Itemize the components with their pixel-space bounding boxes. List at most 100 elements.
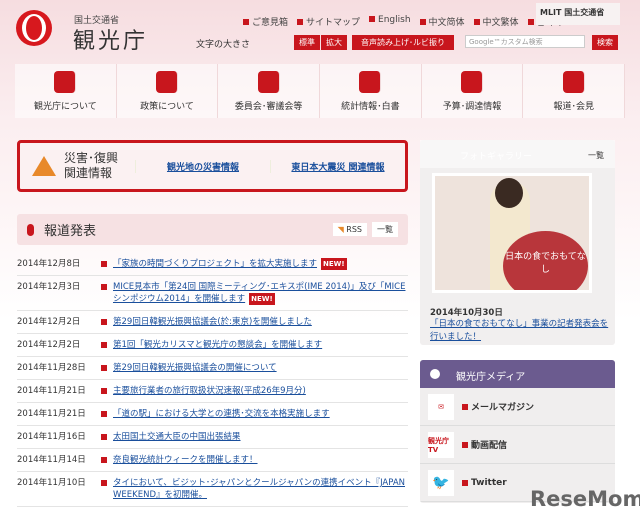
nav-label: 委員会･審議会等 [234, 102, 303, 112]
bullet-icon [462, 441, 468, 448]
gallery-link[interactable]: 「日本の食でおもてなし」事業の記者発表会を行いました！ [430, 318, 610, 344]
media-title: 観光庁メディア [420, 360, 615, 388]
press-item: 2014年11月21日 主要旅行業者の旅行取扱状況速報(平成26年9月分) [17, 380, 408, 403]
press-link[interactable]: 第1回「観光カリスマと観光庁の懇談会」を開催します [113, 339, 408, 351]
press-link[interactable]: MICE見本市「第24回 国際ミーティング･エキスポ(IME 2014)」及び「… [113, 281, 408, 305]
site-title[interactable]: 観光庁 [73, 23, 148, 55]
photo-sign: 日本の食でおもてなし [503, 231, 588, 290]
bullet-icon [101, 434, 107, 440]
press-link-text: 「道の駅」における大学との連携･交流を本格実施します [113, 409, 330, 419]
press-link-text: 第29回日韓観光振興協議会の開催について [113, 363, 277, 373]
press-link[interactable]: 「道の駅」における大学との連携･交流を本格実施します [113, 408, 408, 420]
sitemap-link[interactable]: サイトマップ [297, 15, 360, 28]
press-link[interactable]: 太田国土交通大臣の中国出張結果 [113, 431, 408, 443]
press-link[interactable]: 第29回日韓観光振興協議会の開催について [113, 362, 408, 374]
microphone-icon [27, 223, 34, 236]
gallery-photo[interactable]: 日本の食でおもてなし [432, 173, 592, 293]
press-list: 2014年12月8日 「家族の時間づくりプロジェクト」を拡大実施します NEW! 20… [17, 253, 408, 507]
font-standard-button[interactable]: 標準 [294, 35, 320, 50]
nav-label: 政策について [140, 102, 194, 112]
microphone-icon [562, 71, 585, 93]
photo-person-head [495, 178, 523, 208]
disaster-info-link[interactable]: 観光地の災害情報 [135, 159, 270, 173]
alert-title-line1: 災害･復興 [64, 151, 119, 165]
search-input[interactable]: Google™カスタム検索 [465, 35, 585, 48]
press-list-button[interactable]: 一覧 [372, 222, 398, 237]
disaster-info-box: 災害･復興 関連情報 観光地の災害情報 東日本大震災 関連情報 [17, 140, 408, 192]
bullet-icon [101, 411, 107, 417]
press-link[interactable]: タイにおいて、ビジット･ジャパンとクールジャパンの連携イベント『JAPAN WE… [113, 477, 408, 501]
press-date: 2014年12月2日 [17, 340, 81, 350]
press-date: 2014年12月8日 [17, 259, 81, 269]
press-link[interactable]: 主要旅行業者の旅行取扱状況速報(平成26年9月分) [113, 385, 408, 397]
press-item: 2014年12月3日 MICE見本市「第24回 国際ミーティング･エキスポ(IME… [17, 276, 408, 311]
tv-icon: 観光庁TV [428, 431, 454, 458]
new-badge: NEW! [321, 258, 347, 270]
speech-ruby-button[interactable]: 音声読み上げ･ルビ振り [352, 35, 454, 50]
chart-icon [359, 71, 382, 93]
chinese-simplified-link[interactable]: 中文简体 [420, 15, 465, 28]
press-link[interactable]: 奈良観光統計ウィークを開催します！ [113, 454, 408, 466]
new-badge: NEW! [249, 293, 275, 305]
pencil-icon [156, 71, 178, 93]
press-date: 2014年11月21日 [17, 409, 86, 419]
mail-magazine-link[interactable]: ✉ メールマガジン [420, 388, 615, 426]
press-release-header: 報道発表 ◥ RSS 一覧 [17, 214, 408, 245]
press-link-text: タイにおいて、ビジット･ジャパンとクールジャパンの連携イベント『JAPAN WE… [113, 478, 406, 500]
rss-button[interactable]: ◥ RSS [332, 223, 367, 236]
bullet-icon [462, 479, 468, 486]
nav-about[interactable]: 観光庁について [15, 64, 117, 118]
nav-budget[interactable]: 予算･調達情報 [422, 64, 524, 118]
search-button[interactable]: 検索 [592, 35, 618, 50]
bullet-icon [101, 284, 107, 290]
alert-title-line2: 関連情報 [64, 166, 113, 180]
press-item: 2014年11月10日 タイにおいて、ビジット･ジャパンとクールジャパンの連携イベ… [17, 472, 408, 507]
press-date: 2014年12月2日 [17, 317, 81, 327]
press-item: 2014年11月21日 「道の駅」における大学との連携･交流を本格実施します [17, 403, 408, 426]
opinion-link[interactable]: ご意見箱 [243, 15, 288, 28]
bullet-icon [101, 365, 107, 371]
press-item: 2014年12月2日 第29回日韓観光振興協議会(於:東京)を開催しました [17, 311, 408, 334]
press-link[interactable]: 第29回日韓観光振興協議会(於:東京)を開催しました [113, 316, 408, 328]
nav-policy[interactable]: 政策について [117, 64, 219, 118]
media-label: Twitter [471, 477, 507, 488]
press-date: 2014年11月16日 [17, 432, 86, 442]
press-title: 報道発表 [44, 224, 97, 239]
media-label: 動画配信 [471, 441, 508, 451]
bullet-icon [101, 261, 107, 267]
nav-committees[interactable]: 委員会･審議会等 [218, 64, 321, 118]
media-label: メールマガジン [471, 403, 535, 413]
bullet-icon [101, 480, 107, 486]
gallery-date: 2014年10月30日 [430, 308, 503, 318]
press-link[interactable]: 「家族の時間づくりプロジェクト」を拡大実施します NEW! [113, 258, 408, 270]
mlit-logo[interactable]: MLIT 国土交通省 [536, 3, 620, 25]
gallery-list-button[interactable]: 一覧 [583, 148, 609, 163]
nav-press[interactable]: 報道･会見 [523, 64, 626, 118]
rss-label: RSS [346, 225, 362, 234]
english-link[interactable]: English [369, 15, 411, 28]
bullet-icon [101, 319, 107, 325]
press-item: 2014年12月8日 「家族の時間づくりプロジェクト」を拡大実施します NEW! [17, 253, 408, 276]
japan-tourism-agency-logo[interactable] [16, 10, 52, 46]
press-date: 2014年11月10日 [17, 478, 86, 488]
press-date: 2014年11月21日 [17, 386, 86, 396]
main-nav: 観光庁について 政策について 委員会･審議会等 統計情報･白書 予算･調達情報 … [15, 64, 626, 118]
cherry-blossom-icon [54, 71, 77, 93]
press-item: 2014年11月14日 奈良観光統計ウィークを開催します！ [17, 449, 408, 472]
bullet-icon [101, 388, 107, 394]
bullet-icon [101, 457, 107, 463]
video-link[interactable]: 観光庁TV 動画配信 [420, 426, 615, 464]
nav-statistics[interactable]: 統計情報･白書 [320, 64, 422, 118]
press-date: 2014年11月28日 [17, 363, 86, 373]
nav-label: 報道･会見 [553, 102, 594, 112]
media-panel: 観光庁メディア ✉ メールマガジン 観光庁TV 動画配信 🐦 Twitter [420, 360, 615, 503]
nav-label: 予算･調達情報 [442, 102, 502, 112]
chinese-traditional-link[interactable]: 中文繁体 [474, 15, 519, 28]
font-large-button[interactable]: 拡大 [321, 35, 347, 50]
top-links: ご意見箱 サイトマップ English 中文简体 中文繁体 한국어 [243, 15, 561, 28]
bullet-icon [101, 342, 107, 348]
people-icon [257, 71, 280, 93]
bullet-icon [462, 403, 468, 410]
nav-label: 観光庁について [33, 102, 97, 112]
great-east-japan-earthquake-link[interactable]: 東日本大震災 関連情報 [270, 159, 405, 173]
